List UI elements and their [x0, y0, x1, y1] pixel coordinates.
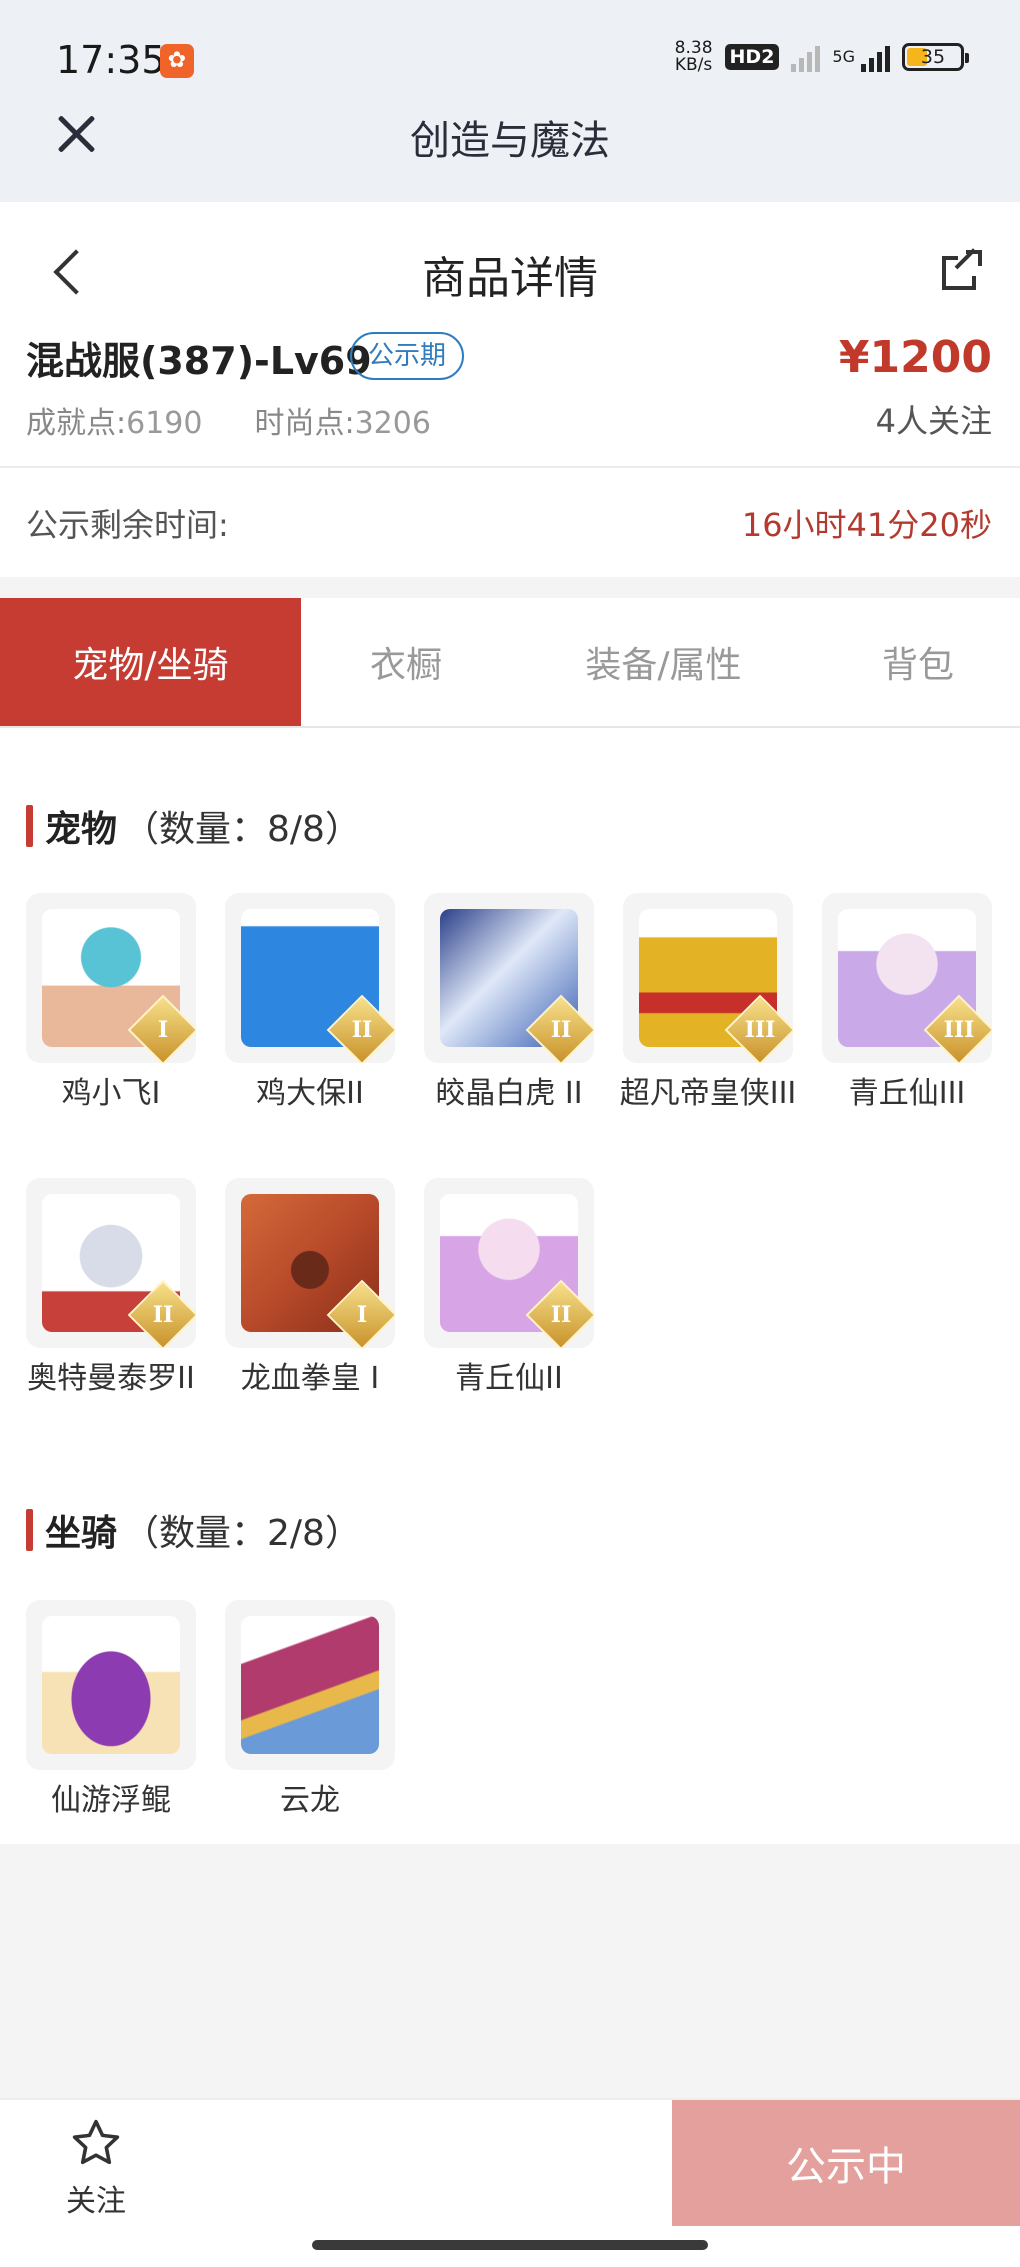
pet-name: 超凡帝皇侠III [619, 1076, 797, 1111]
pet-item[interactable]: II 鸡大保II [225, 893, 395, 1178]
mount-item[interactable]: 云龙 [225, 1600, 395, 1885]
publicity-status-button[interactable]: 公示中 [672, 2100, 1020, 2226]
pet-name: 奥特曼泰罗II [27, 1361, 195, 1396]
pets-grid: I 鸡小飞I II 鸡大保II II 皎晶白虎 II III 超凡帝皇侠III … [26, 893, 1006, 1463]
pet-thumbnail: III [822, 893, 992, 1063]
points-stats: 成就点:6190 时尚点:3206 [26, 398, 431, 442]
page-title: 商品详情 [422, 253, 598, 304]
followers-count: 4人关注 [875, 402, 992, 440]
share-icon[interactable] [942, 248, 982, 290]
pet-item[interactable]: II 皎晶白虎 II [424, 893, 594, 1178]
server-name: 混战服(387)-Lv69 [26, 339, 372, 383]
pet-thumbnail: II [424, 893, 594, 1063]
pet-thumbnail: III [623, 893, 793, 1063]
mount-item[interactable]: 仙游浮鲲 [26, 1600, 196, 1885]
tier-badge: I [356, 1302, 368, 1328]
mount-image [42, 1616, 180, 1754]
tab-equipment-attributes[interactable]: 装备/属性 [511, 598, 816, 726]
pet-item[interactable]: III 超凡帝皇侠III [620, 893, 796, 1178]
pet-thumbnail: I [26, 893, 196, 1063]
mounts-grid: 仙游浮鲲 云龙 [26, 1600, 1006, 1885]
pet-name: 青丘仙II [455, 1361, 563, 1396]
divider [0, 466, 1020, 468]
fashion-label: 时尚点: [254, 406, 355, 441]
hd-badge: HD2 [724, 44, 780, 70]
signal-icon [791, 42, 821, 72]
pet-thumbnail: II [424, 1178, 594, 1348]
pets-title: 宠物 [45, 809, 118, 850]
pet-item[interactable]: I 鸡小飞I [26, 893, 196, 1178]
status-indicators: 8.38 KB/s HD2 5G 35 [675, 40, 969, 74]
app-notification-icon: ✿ [160, 44, 194, 78]
star-icon [72, 2119, 120, 2165]
remaining-time-label: 公示剩余时间: [26, 506, 229, 544]
pets-section-title: 宠物 （数量：8/8） [26, 800, 361, 852]
pet-item[interactable]: I 龙血拳皇 I [225, 1178, 395, 1463]
tier-badge: II [550, 1302, 572, 1328]
pet-thumbnail: I [225, 1178, 395, 1348]
pet-item[interactable]: II 奥特曼泰罗II [26, 1178, 196, 1463]
network-type: 5G [832, 47, 855, 66]
pet-item[interactable]: II 青丘仙II [424, 1178, 594, 1463]
pets-mounts-panel: 宠物 （数量：8/8） I 鸡小飞I II 鸡大保II II 皎晶白虎 II II… [0, 728, 1020, 1844]
pet-name: 鸡大保II [256, 1076, 364, 1111]
pet-name: 皎晶白虎 II [435, 1076, 583, 1111]
tier-badge: II [550, 1017, 572, 1043]
mounts-count: （数量：2/8） [123, 1513, 361, 1554]
net-speed-unit: KB/s [674, 55, 713, 75]
battery-level: 35 [920, 46, 946, 68]
pet-thumbnail: II [26, 1178, 196, 1348]
fashion-value: 3206 [354, 406, 431, 441]
mount-thumbnail [225, 1600, 395, 1770]
pet-name: 青丘仙III [848, 1076, 966, 1111]
mount-name: 云龙 [280, 1783, 340, 1818]
pet-name: 鸡小飞I [61, 1076, 161, 1111]
tab-bar: 宠物/坐骑 衣橱 装备/属性 背包 [0, 598, 1020, 728]
tier-badge: II [351, 1017, 373, 1043]
product-header-card: 商品详情 混战服(387)-Lv69 公示期 ¥1200 成就点:6190 时尚点… [0, 202, 1020, 577]
pet-item[interactable]: III 青丘仙III [822, 893, 992, 1178]
status-badge: 公示期 [350, 332, 465, 380]
remaining-time-value: 16小时41分20秒 [741, 506, 992, 544]
signal-5g-icon [861, 42, 890, 72]
pets-count: （数量：8/8） [123, 809, 361, 850]
tier-badge: III [744, 1017, 776, 1043]
tier-badge: II [152, 1302, 174, 1328]
status-time: 17:35 [56, 38, 166, 82]
follow-label: 关注 [66, 2184, 126, 2219]
tier-badge: III [943, 1017, 975, 1043]
price: ¥1200 [838, 332, 992, 383]
home-indicator[interactable] [312, 2240, 708, 2250]
mount-image [241, 1616, 379, 1754]
tier-badge: I [157, 1017, 169, 1043]
tab-wardrobe[interactable]: 衣橱 [301, 598, 511, 726]
mount-thumbnail [26, 1600, 196, 1770]
mounts-section-title: 坐骑 （数量：2/8） [26, 1504, 361, 1556]
tab-backpack[interactable]: 背包 [816, 598, 1020, 726]
pet-name: 龙血拳皇 I [240, 1361, 380, 1396]
pet-thumbnail: II [225, 893, 395, 1063]
achievement-value: 6190 [126, 406, 203, 441]
app-header: 17:35 ✿ 8.38 KB/s HD2 5G 35 创造与魔法 [0, 0, 1020, 202]
achievement-label: 成就点: [26, 406, 127, 441]
app-title: 创造与魔法 [410, 118, 610, 164]
follow-button[interactable]: 关注 [60, 2116, 132, 2220]
network-speed: 8.38 KB/s [675, 40, 713, 74]
battery-icon: 35 [902, 43, 969, 71]
mount-name: 仙游浮鲲 [51, 1783, 171, 1818]
tab-pets-mounts[interactable]: 宠物/坐骑 [0, 598, 301, 726]
mounts-title: 坐骑 [45, 1513, 118, 1554]
